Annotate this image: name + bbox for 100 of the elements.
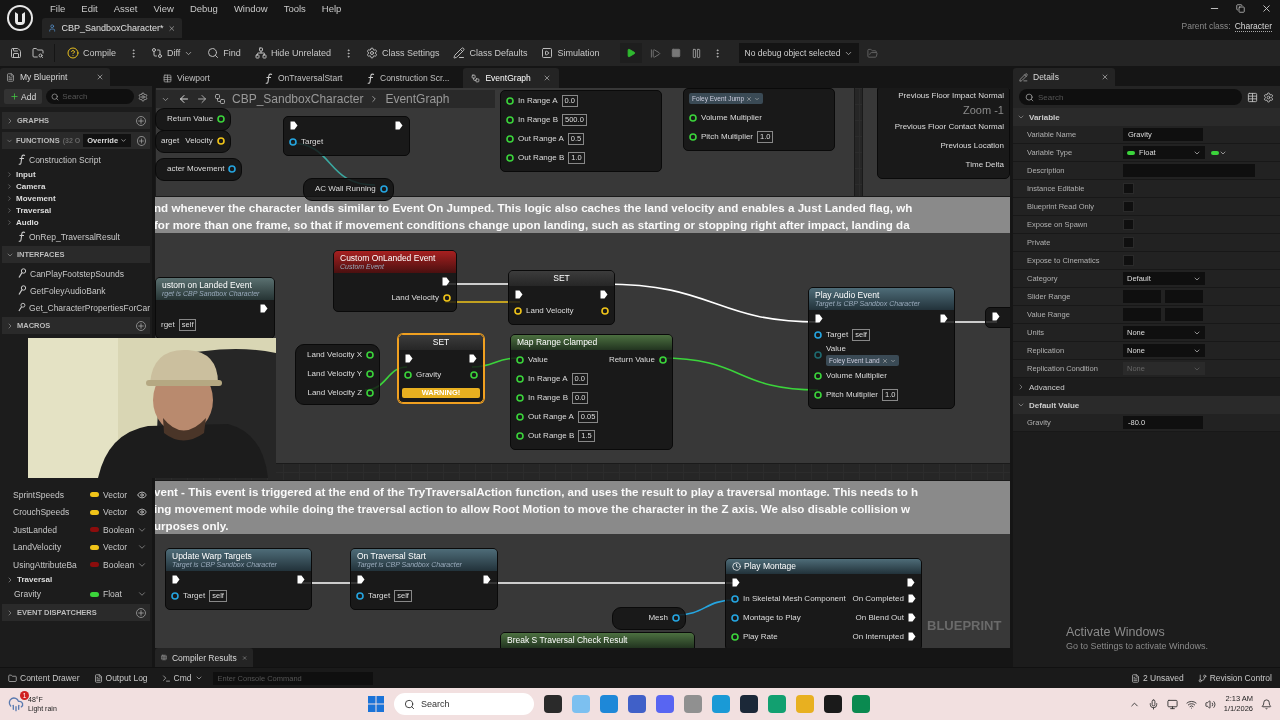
exec-pin[interactable] bbox=[357, 575, 365, 584]
add-icon[interactable] bbox=[136, 320, 146, 331]
weather-icon[interactable] bbox=[8, 696, 24, 712]
checkbox[interactable] bbox=[1123, 255, 1134, 266]
exec-pin[interactable] bbox=[483, 575, 491, 584]
collapsed-caret-icon[interactable] bbox=[1017, 383, 1025, 391]
add-icon[interactable] bbox=[136, 115, 146, 126]
pin-icon[interactable] bbox=[506, 96, 514, 105]
eye-icon[interactable] bbox=[137, 489, 147, 500]
pin-icon[interactable] bbox=[516, 393, 524, 402]
menu-item[interactable]: Window bbox=[225, 2, 276, 14]
wifi-icon[interactable] bbox=[1185, 698, 1197, 710]
exec-pin[interactable] bbox=[469, 354, 477, 363]
add-icon[interactable] bbox=[137, 135, 146, 146]
pin-icon[interactable] bbox=[506, 134, 514, 143]
menu-item[interactable]: View bbox=[145, 2, 182, 14]
variable-name[interactable]: LandVelocity bbox=[13, 542, 90, 553]
exec-pin[interactable] bbox=[908, 613, 916, 622]
play-button[interactable] bbox=[619, 43, 642, 63]
graph-node[interactable]: Target bbox=[283, 116, 410, 156]
graph-node[interactable]: Mesh bbox=[612, 607, 686, 630]
status-button[interactable]: Revision Control bbox=[1193, 670, 1276, 686]
document-tab[interactable]: CBP_SandboxCharacter* bbox=[42, 18, 182, 38]
checkbox[interactable] bbox=[1123, 237, 1134, 248]
section-header[interactable]: Default Value bbox=[1013, 396, 1280, 414]
function-item[interactable]: Construction Script bbox=[2, 151, 150, 168]
exec-pin[interactable] bbox=[297, 575, 305, 584]
exec-pin[interactable] bbox=[940, 314, 948, 323]
monitor-icon[interactable] bbox=[1166, 698, 1178, 710]
pin-icon[interactable] bbox=[470, 370, 478, 379]
close-icon[interactable] bbox=[1101, 73, 1109, 81]
editor-tab[interactable]: OnTraversalStart bbox=[257, 68, 353, 88]
settings-icon[interactable] bbox=[138, 91, 148, 102]
pin-icon[interactable] bbox=[366, 388, 375, 397]
forward-icon[interactable] bbox=[196, 93, 208, 105]
exec-pin[interactable] bbox=[442, 277, 450, 286]
section-header[interactable]: Variable bbox=[1013, 108, 1280, 126]
pin-icon[interactable] bbox=[516, 431, 524, 440]
exec-pin[interactable] bbox=[290, 121, 298, 130]
menu-item[interactable]: File bbox=[42, 2, 74, 14]
table-icon[interactable] bbox=[1247, 91, 1258, 103]
pin-icon[interactable] bbox=[379, 184, 388, 193]
toolbar-button[interactable]: Class Settings bbox=[361, 43, 444, 63]
collapsed-caret-icon[interactable] bbox=[6, 575, 14, 584]
pin-icon[interactable] bbox=[228, 164, 237, 173]
checkbox[interactable] bbox=[1123, 183, 1134, 194]
exec-pin[interactable] bbox=[600, 290, 608, 299]
pin-icon[interactable] bbox=[672, 613, 680, 622]
breadcrumb-item[interactable]: CBP_SandboxCharacter bbox=[232, 92, 364, 106]
editor-tab[interactable]: Viewport bbox=[155, 68, 251, 88]
exec-pin[interactable] bbox=[395, 121, 403, 130]
exec-pin[interactable] bbox=[515, 290, 523, 299]
microphone-icon[interactable] bbox=[1147, 698, 1159, 710]
pin-icon[interactable] bbox=[366, 369, 375, 378]
interface-item[interactable]: Get_CharacterPropertiesForCar bbox=[2, 299, 150, 316]
parent-class-link[interactable]: Character bbox=[1234, 21, 1272, 32]
pin-icon[interactable] bbox=[171, 591, 179, 600]
menu-item[interactable]: Asset bbox=[105, 2, 146, 14]
settings-icon[interactable] bbox=[1263, 91, 1274, 103]
collapsed-caret-icon[interactable] bbox=[6, 116, 14, 125]
add-icon[interactable] bbox=[136, 607, 146, 618]
toolbar-button[interactable]: Diff bbox=[147, 43, 198, 63]
graph-node[interactable]: Play Montage In Skeletal Mesh Component Montage to Play Play Rate On Completed On Blend Out On Interrupted bbox=[725, 558, 922, 648]
close-icon[interactable] bbox=[96, 73, 104, 81]
exec-pin[interactable] bbox=[815, 314, 823, 323]
toolbar-button[interactable]: Find bbox=[203, 43, 245, 63]
category-item[interactable]: Input bbox=[2, 168, 150, 180]
variable-name[interactable]: CrouchSpeeds bbox=[13, 507, 90, 518]
pin-icon[interactable] bbox=[404, 370, 412, 379]
exec-pin[interactable] bbox=[405, 354, 413, 363]
pin-icon[interactable] bbox=[516, 374, 524, 383]
variable-name[interactable]: UsingAttributeBa bbox=[13, 559, 90, 570]
pin-icon[interactable] bbox=[731, 594, 739, 603]
toolbar-button[interactable]: Class Defaults bbox=[449, 43, 532, 63]
volume-icon[interactable] bbox=[1204, 698, 1216, 710]
function-item[interactable]: OnRep_TraversalResult bbox=[2, 228, 150, 245]
status-button[interactable]: 2 Unsaved bbox=[1127, 670, 1188, 686]
variable-name[interactable]: Gravity bbox=[14, 589, 90, 600]
pin-icon[interactable] bbox=[506, 153, 514, 162]
category-item[interactable]: Traversal bbox=[2, 573, 150, 586]
close-icon[interactable] bbox=[543, 74, 552, 82]
pin-icon[interactable] bbox=[689, 132, 697, 141]
interface-item[interactable]: GetFoleyAudioBank bbox=[2, 282, 150, 299]
pin-icon[interactable] bbox=[356, 591, 364, 600]
graph-node[interactable]: SET Land Velocity bbox=[508, 270, 615, 325]
pin-icon[interactable] bbox=[731, 613, 739, 622]
debug-object-dropdown[interactable]: No debug object selected bbox=[738, 43, 860, 63]
category-item[interactable]: Audio bbox=[2, 216, 150, 228]
app-icon[interactable] bbox=[740, 695, 758, 713]
checkbox[interactable] bbox=[1123, 201, 1134, 212]
panel-tab[interactable]: My Blueprint bbox=[0, 68, 110, 86]
graph-node[interactable]: Break S Traversal Check Result bbox=[500, 632, 695, 648]
pin-icon[interactable] bbox=[814, 330, 822, 339]
close-icon[interactable] bbox=[1261, 2, 1272, 14]
exec-pin[interactable] bbox=[907, 578, 915, 587]
exec-pin[interactable] bbox=[908, 594, 916, 603]
graph-node[interactable]: Land Velocity X Land Velocity Y Land Velocity Z bbox=[295, 344, 381, 405]
menu-item[interactable]: Help bbox=[313, 2, 350, 14]
pin-icon[interactable] bbox=[217, 114, 226, 123]
pin-icon[interactable] bbox=[731, 632, 739, 641]
